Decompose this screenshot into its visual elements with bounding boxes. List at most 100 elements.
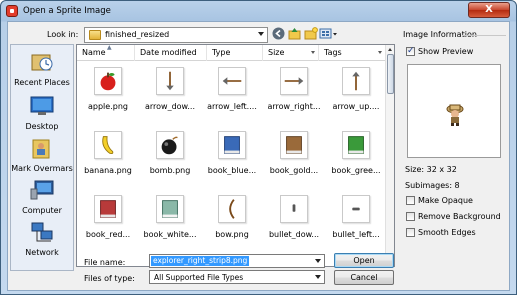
look-in-value: finished_resized (105, 30, 170, 39)
back-icon (272, 27, 285, 40)
group-divider (462, 35, 506, 36)
place-desktop[interactable]: Desktop (11, 95, 73, 131)
file-type-select[interactable]: All Supported File Types (149, 270, 325, 284)
column-type[interactable]: Type (207, 45, 263, 61)
book-green-icon (342, 131, 370, 159)
file-list: ▲ Name Date modified Type Size Tags apple… (76, 44, 395, 267)
chevron-down-icon (315, 275, 321, 279)
image-size: Size: 32 x 32 (405, 165, 457, 174)
file-name-field[interactable]: explorer_right_strip8.png (149, 254, 325, 268)
checkbox-checked-icon (406, 46, 415, 56)
file-item[interactable]: arrow_dow... (139, 63, 201, 123)
book-blue-icon (218, 131, 246, 159)
bow-icon (218, 195, 246, 223)
dialog-body: Look in: finished_resized Recent Places … (7, 21, 510, 291)
remove-background-checkbox[interactable]: Remove Background (406, 212, 506, 221)
file-name: apple.png (88, 102, 128, 111)
file-item[interactable]: arrow_up.... (325, 63, 387, 123)
arrow-left-icon (218, 67, 246, 95)
bullet-down-icon (280, 195, 308, 223)
file-name: bow.png (215, 230, 249, 239)
back-button[interactable] (271, 27, 286, 42)
file-name: book_gree... (331, 166, 381, 175)
show-preview-checkbox[interactable]: Show Preview (406, 46, 506, 56)
file-type-value: All Supported File Types (154, 273, 244, 282)
book-red-icon (94, 195, 122, 223)
file-name-value: explorer_right_strip8.png (151, 256, 250, 266)
view-menu-button[interactable] (319, 27, 339, 42)
file-name: bullet_dow... (268, 230, 320, 239)
file-item[interactable]: book_gold... (263, 127, 325, 187)
place-computer[interactable]: Computer (11, 179, 73, 215)
make-opaque-checkbox[interactable]: Make Opaque (406, 196, 506, 205)
network-icon (31, 222, 53, 242)
look-in-label: Look in: (47, 30, 79, 39)
vertical-scrollbar[interactable] (385, 45, 394, 266)
book-white-icon (156, 195, 184, 223)
chevron-down-icon (258, 32, 264, 36)
file-item[interactable]: book_blue... (201, 127, 263, 187)
file-item[interactable]: book_white... (139, 191, 201, 251)
place-mark-overmars[interactable]: Mark Overmars (11, 137, 73, 173)
folder-icon (89, 30, 101, 40)
place-recent-places[interactable]: Recent Places (11, 51, 73, 87)
file-name: book_gold... (269, 166, 319, 175)
up-folder-icon (288, 28, 300, 40)
recent-places-icon (31, 54, 53, 71)
computer-icon (30, 180, 54, 200)
subimage-count: Subimages: 8 (405, 181, 460, 190)
checkbox-icon (406, 212, 415, 221)
new-folder-button[interactable] (303, 27, 318, 42)
sort-arrow-icon: ▲ (107, 44, 112, 51)
image-preview (407, 64, 501, 158)
file-name: book_white... (143, 230, 197, 239)
apple-icon (94, 67, 122, 95)
column-name[interactable]: ▲ Name (77, 45, 135, 61)
user-folder-icon (32, 139, 50, 159)
look-in-combo[interactable]: finished_resized (84, 27, 268, 43)
close-button[interactable]: X (468, 2, 510, 18)
view-menu-icon (319, 28, 337, 39)
file-item[interactable]: book_gree... (325, 127, 387, 187)
file-item[interactable]: bomb.png (139, 127, 201, 187)
place-label: Recent Places (14, 78, 70, 87)
file-item[interactable]: arrow_right... (263, 63, 325, 123)
file-item[interactable]: bullet_dow... (263, 191, 325, 251)
file-item[interactable]: bullet_left... (325, 191, 387, 251)
place-label: Desktop (25, 122, 59, 131)
place-label: Computer (22, 206, 62, 215)
game-maker-icon (6, 5, 18, 17)
scroll-up-icon[interactable] (388, 48, 392, 51)
file-item[interactable]: arrow_left.... (201, 63, 263, 123)
cancel-button[interactable]: Cancel (334, 270, 394, 285)
file-name: book_blue... (207, 166, 257, 175)
place-network[interactable]: Network (11, 221, 73, 257)
column-size[interactable]: Size (263, 45, 319, 61)
file-name: arrow_up.... (332, 102, 380, 111)
file-item[interactable]: bow.png (201, 191, 263, 251)
file-item[interactable]: apple.png (77, 63, 139, 123)
dialog-window: Open a Sprite Image X Look in: finished_… (0, 0, 517, 295)
new-folder-icon (304, 27, 318, 40)
column-date-modified[interactable]: Date modified (135, 45, 207, 61)
file-item[interactable]: book_red... (77, 191, 139, 251)
open-button[interactable]: Open (334, 253, 394, 268)
file-name: arrow_dow... (144, 102, 195, 111)
arrow-down-icon (156, 67, 184, 95)
file-name: banana.png (84, 166, 132, 175)
arrow-right-icon (280, 67, 308, 95)
bullet-left-icon (342, 195, 370, 223)
title-bar[interactable]: Open a Sprite Image X (1, 1, 516, 21)
arrow-up-icon (342, 67, 370, 95)
explorer-sprite-icon (446, 104, 464, 126)
file-item[interactable]: banana.png (77, 127, 139, 187)
up-folder-button[interactable] (287, 27, 302, 42)
scroll-thumb[interactable] (387, 54, 394, 94)
chevron-down-icon[interactable] (315, 259, 321, 263)
place-label: Network (25, 248, 59, 257)
smooth-edges-checkbox[interactable]: Smooth Edges (406, 228, 506, 237)
file-name: arrow_right... (267, 102, 321, 111)
column-tags[interactable]: Tags (319, 45, 386, 61)
bomb-icon (156, 131, 184, 159)
banana-icon (94, 131, 122, 159)
